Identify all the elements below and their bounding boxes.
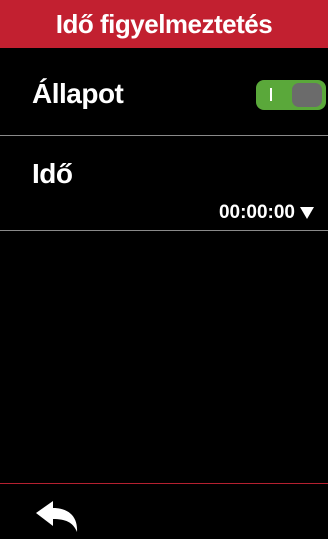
- status-row[interactable]: Állapot: [0, 48, 328, 136]
- header-bar: Idő figyelmeztetés: [0, 0, 328, 48]
- footer-divider: [0, 483, 328, 484]
- page-title: Idő figyelmeztetés: [55, 8, 273, 39]
- status-toggle[interactable]: [256, 80, 326, 110]
- time-value-dropdown[interactable]: 00:00:00: [219, 202, 314, 224]
- time-label: Idő: [32, 158, 73, 189]
- back-arrow-icon: [36, 501, 78, 532]
- toggle-on-mark-icon: [270, 88, 272, 101]
- time-value: 00:00:00: [218, 202, 295, 223]
- caret-down-icon: [300, 207, 314, 219]
- time-row[interactable]: Idő 00:00:00: [0, 136, 328, 231]
- toggle-knob: [292, 83, 322, 107]
- status-label: Állapot: [32, 78, 124, 109]
- back-button[interactable]: [34, 498, 82, 534]
